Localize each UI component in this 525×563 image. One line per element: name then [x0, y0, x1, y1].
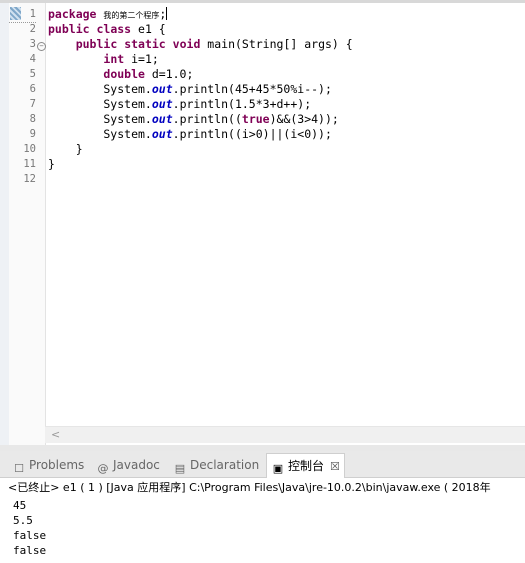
code-token: }: [48, 157, 55, 171]
javadoc-icon: @: [97, 462, 109, 475]
code-token: System.: [48, 82, 152, 96]
code-token: .println(1.5*3+d++);: [172, 97, 312, 111]
console-output-line: false: [13, 544, 47, 557]
line-number: 10: [23, 143, 36, 155]
console-header: <已终止> e1 ( 1 ) [Java 应用程序] C:\Program Fi…: [8, 481, 491, 494]
overview-ruler: [0, 3, 9, 445]
problems-icon: ☐: [14, 462, 24, 475]
declaration-icon: ▤: [174, 462, 186, 475]
line-number: 12: [23, 173, 36, 185]
console-output-line: 45: [13, 499, 27, 512]
editor-top-border: [0, 0, 525, 3]
code-editor[interactable]: 1 2 3 4 5 6 7 8 9 10 11 12 − package 我的第二个程序; public…: [0, 0, 525, 445]
close-icon[interactable]: ☒: [330, 455, 340, 479]
line-number: 4: [29, 53, 36, 65]
code-line[interactable]: double d=1.0;: [48, 67, 353, 82]
tab-label: Problems: [29, 458, 85, 472]
code-line[interactable]: System.out.println(1.5*3+d++);: [48, 97, 353, 112]
code-token: out: [151, 112, 173, 126]
line-number: 9: [29, 128, 36, 140]
code-token: out: [151, 127, 173, 141]
tab-label: Javadoc: [113, 458, 160, 472]
line-number: 1: [9, 7, 36, 23]
tab-label: 控制台: [288, 459, 325, 473]
panel-tab-bar: ☐ Problems @ Javadoc ▤ Declaration ▣ 控制台 ☒: [0, 451, 525, 478]
code-token: )&&(3>4));: [269, 112, 339, 126]
code-line[interactable]: public static void main(String[] args) {: [48, 37, 353, 52]
code-line[interactable]: public class e1 {: [48, 22, 353, 37]
scroll-left-arrow[interactable]: <: [51, 428, 60, 441]
code-token: .println(45+45*50%i--);: [172, 82, 332, 96]
code-token: e1 {: [131, 22, 166, 36]
code-token: void: [172, 37, 201, 51]
line-number: 6: [29, 83, 36, 95]
tab-console[interactable]: ▣ 控制台 ☒: [266, 453, 345, 478]
console-output: 45 5.5 false false: [13, 498, 46, 558]
line-number: 3: [29, 38, 36, 50]
code-token: main(String[] args) {: [200, 37, 353, 51]
code-token: .println((i>0)||(i<0));: [172, 127, 332, 141]
code-token: out: [151, 82, 173, 96]
horizontal-scrollbar[interactable]: <: [45, 426, 525, 443]
tab-javadoc[interactable]: @ Javadoc: [96, 456, 160, 475]
tab-label: Declaration: [190, 458, 260, 472]
line-number: 2: [29, 23, 36, 35]
code-token: ;: [159, 7, 167, 21]
code-line[interactable]: int i=1;: [48, 52, 353, 67]
code-token: System.: [48, 97, 152, 111]
code-token: int: [103, 52, 125, 66]
code-token: out: [151, 97, 173, 111]
text-caret: [166, 7, 168, 20]
line-number: 11: [23, 158, 36, 170]
code-line[interactable]: [48, 172, 353, 187]
bottom-panel: ☐ Problems @ Javadoc ▤ Declaration ▣ 控制台 ☒ <已…: [0, 451, 525, 563]
console-output-line: 5.5: [13, 514, 33, 527]
code-line[interactable]: }: [48, 157, 353, 172]
code-token: public: [48, 22, 90, 36]
code-token: static: [124, 37, 166, 51]
code-line[interactable]: System.out.println((true)&&(3>4));: [48, 112, 353, 127]
console-output-line: false: [13, 529, 47, 542]
code-token: package: [48, 7, 97, 21]
code-token: public: [75, 37, 118, 51]
code-line[interactable]: }: [48, 142, 353, 157]
code-token: true: [241, 112, 270, 126]
code-token: double: [103, 67, 145, 81]
console-icon: ▣: [272, 462, 284, 475]
code-token: }: [48, 142, 83, 156]
line-number: 7: [29, 98, 36, 110]
code-text[interactable]: package 我的第二个程序; public class e1 { public…: [48, 7, 353, 187]
code-token: System.: [48, 112, 152, 126]
code-token: .println((: [172, 112, 242, 126]
tab-problems[interactable]: ☐ Problems: [12, 456, 85, 475]
line-number: 5: [29, 68, 36, 80]
code-token: class: [96, 22, 132, 36]
tab-declaration[interactable]: ▤ Declaration: [173, 456, 260, 475]
code-token: 我的第二个程序: [103, 11, 160, 20]
collapse-fold-icon[interactable]: −: [37, 42, 46, 51]
line-number: 8: [29, 113, 36, 125]
code-token: System.: [48, 127, 152, 141]
code-token: d=1.0;: [144, 67, 194, 81]
code-token: i=1;: [124, 52, 159, 66]
code-line[interactable]: System.out.println(45+45*50%i--);: [48, 82, 353, 97]
code-line[interactable]: package 我的第二个程序;: [48, 7, 353, 22]
code-line[interactable]: System.out.println((i>0)||(i<0));: [48, 127, 353, 142]
